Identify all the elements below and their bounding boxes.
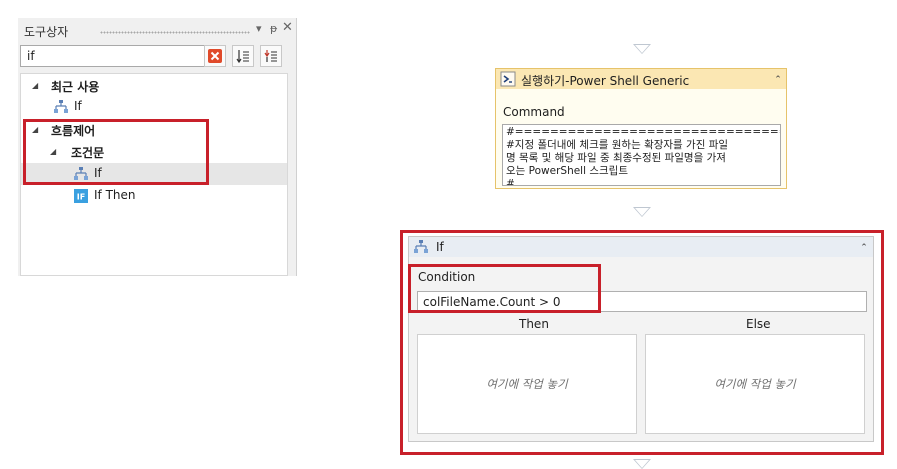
activity-header[interactable]: 실행하기-Power Shell Generic ⌃ (496, 69, 786, 89)
highlight-box-condition (408, 264, 601, 313)
toolbox-title: 도구상자 (24, 25, 69, 39)
search-input-value: if (27, 49, 35, 63)
sort-button[interactable] (232, 45, 254, 67)
powershell-activity[interactable]: 실행하기-Power Shell Generic ⌃ Command #====… (495, 68, 787, 189)
sort-icon (236, 50, 249, 64)
title-drag-grip[interactable] (100, 31, 250, 34)
collapse-tree-icon (264, 50, 277, 62)
tree-item-if-then[interactable]: IF If Then (21, 185, 287, 207)
tree-item-label: If (74, 99, 82, 113)
collapse-tree-button[interactable] (260, 45, 282, 67)
drop-arrow-icon[interactable] (633, 207, 651, 217)
powershell-icon (500, 71, 516, 87)
tree-item-if-recent[interactable]: If (21, 96, 287, 118)
tree-category-label: 최근 사용 (51, 80, 100, 94)
tree-category-recent[interactable]: ◢ 최근 사용 (21, 75, 287, 97)
command-line: #==================================== (506, 126, 780, 138)
clear-search-icon (208, 49, 222, 63)
drop-arrow-icon[interactable] (633, 44, 651, 54)
pin-icon[interactable]: ᵽ (270, 22, 277, 35)
command-field[interactable]: #==================================== #지… (502, 124, 781, 186)
command-label: Command (503, 105, 565, 119)
command-line: #지정 폴더내에 체크를 원하는 확장자를 가진 파일 (506, 139, 729, 151)
command-line: 오는 PowerShell 스크립트 (506, 165, 628, 177)
activity-title: 실행하기-Power Shell Generic (521, 74, 690, 88)
if-then-activity-icon: IF (74, 189, 88, 203)
close-icon[interactable]: ✕ (282, 20, 293, 35)
svg-text:IF: IF (77, 193, 85, 202)
command-line: # (506, 178, 515, 186)
collapse-chevron-icon[interactable]: ⌃ (772, 74, 784, 86)
drop-arrow-icon[interactable] (633, 459, 651, 469)
expanded-triangle-icon[interactable]: ◢ (32, 81, 38, 90)
highlight-box-flow-control (23, 119, 209, 185)
search-input[interactable]: if (20, 45, 218, 67)
clear-search-button[interactable] (204, 45, 226, 67)
dropdown-icon[interactable]: ▾ (256, 22, 262, 35)
command-line: 명 목록 및 해당 파일 중 최종수정된 파일명을 가져 (506, 152, 726, 164)
if-activity-icon (54, 100, 68, 113)
tree-item-label: If Then (94, 188, 136, 202)
